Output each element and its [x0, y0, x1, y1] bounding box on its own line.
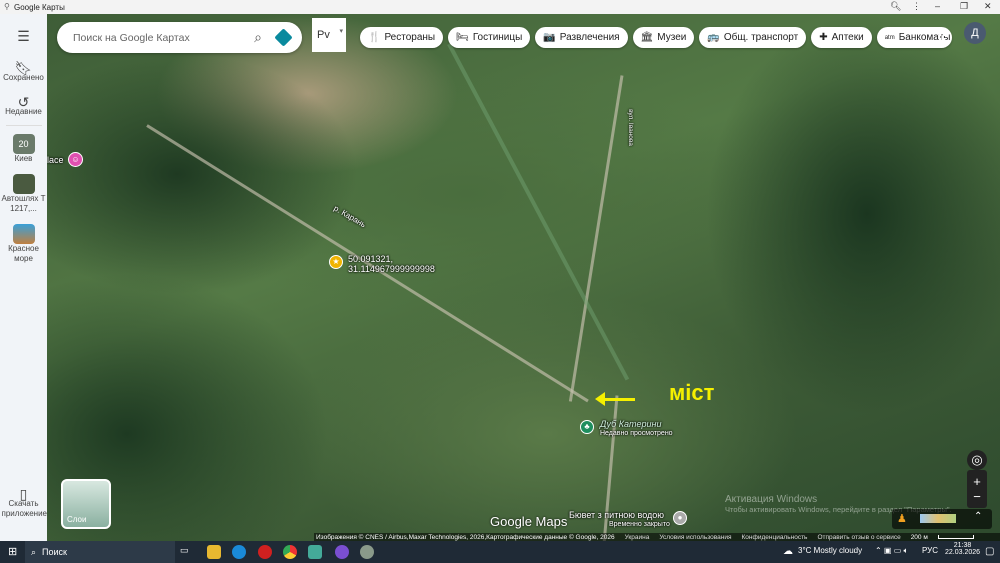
poi-name[interactable]: Дуб Катерини — [600, 419, 661, 429]
chevron-down-icon: ▾ — [339, 28, 343, 35]
attribution-bar: Изображения © CNES / Airbus,Maxar Techno… — [314, 533, 1000, 541]
restaurant-icon: 🍴 — [368, 32, 381, 43]
apps-grid-icon[interactable]: ⠿ — [937, 28, 947, 45]
road-thumbnail — [12, 174, 35, 194]
river-label: р. Карань — [332, 203, 368, 230]
opera-icon[interactable] — [258, 545, 272, 559]
coordinate-line1: 50.091321, — [348, 254, 394, 264]
terms-link[interactable]: Условия использования — [659, 534, 731, 541]
chip-pharmacies[interactable]: ✚ Аптеки — [811, 27, 872, 48]
taskbar-search[interactable]: ⌕ Поиск — [25, 541, 175, 563]
poi-status: Временно закрыто — [609, 521, 670, 528]
scale-label: 200 м — [910, 533, 928, 541]
windows-start-icon[interactable]: ⊞ — [8, 545, 17, 558]
chip-entertainment[interactable]: 📷 Развлечения — [535, 27, 628, 48]
divider — [5, 125, 42, 126]
edge-icon[interactable] — [232, 545, 246, 559]
category-chips: 🍴 Рестораны 🛏 Гостиницы 📷 Развлечения 🏛 Музе… — [360, 27, 952, 48]
taskbar: ⊞ ⌕ Поиск ▭ ☁ 3°C Mostly cloudy ⌃ ▣ ▭ 🔈︎ … — [0, 541, 1000, 563]
location-pin-icon[interactable]: ● — [673, 511, 687, 525]
my-location-icon[interactable]: ◎ — [967, 450, 987, 470]
zoom-out-button[interactable]: − — [973, 489, 981, 504]
entertainment-pin-icon[interactable]: ☺ — [68, 152, 83, 167]
camera-icon: 📷 — [543, 32, 556, 43]
coordinate-line2: 31.114967999999998 — [348, 264, 435, 274]
task-view-icon[interactable]: ▭ — [180, 545, 194, 559]
maximize-button[interactable]: ❐ — [960, 1, 968, 12]
dropped-pin-icon[interactable]: ★ — [329, 255, 343, 269]
app-icon[interactable] — [360, 545, 374, 559]
search-icon[interactable]: ⌕ — [254, 29, 262, 46]
avatar[interactable]: Д — [964, 22, 986, 44]
sidebar-item-road[interactable]: Автошлях Т 1217,... — [2, 174, 46, 214]
zoom-icon[interactable]: 🔍︎ — [890, 1, 901, 12]
google-maps-logo: Google Maps — [490, 514, 568, 529]
poi-name[interactable]: Бювет з питною водою — [569, 510, 664, 520]
chip-hotels[interactable]: 🛏 Гостиницы — [448, 27, 531, 48]
chip-restaurants[interactable]: 🍴 Рестораны — [360, 27, 444, 48]
chip-museums[interactable]: 🏛 Музеи — [632, 27, 695, 48]
bookmark-icon: 🔖︎ — [14, 60, 33, 76]
bus-icon: 🚌 — [707, 32, 720, 43]
language-indicator[interactable]: РУС — [922, 546, 938, 555]
download-app[interactable]: ▯ Скачать приложение — [2, 486, 48, 519]
bridge-annotation: міст — [669, 380, 715, 405]
history-icon: ↺ — [17, 94, 30, 110]
more-icon[interactable]: ⋮ — [912, 1, 921, 12]
title-bar: ⚲ Google Карты 🔍︎ ⋮ – ❐ ✕ — [0, 0, 1000, 14]
sidebar: ☰ 🔖︎ Сохранено ↺ Недавние 20 Киев Автошлях … — [0, 14, 47, 541]
search-input[interactable]: Поиск на Google Картах — [73, 32, 190, 44]
privacy-link[interactable]: Конфиденциальность — [742, 534, 808, 541]
sidebar-item-saved[interactable]: 🔖︎ Сохранено — [2, 60, 46, 83]
satellite-map[interactable]: Поиск на Google Картах ⌕ Рv ▾ 🍴 Рестораны … — [47, 14, 1000, 541]
imagery-thumbnails[interactable] — [920, 514, 956, 523]
tree-pin-icon[interactable]: ♣ — [580, 420, 594, 434]
pharmacy-icon: ✚ — [819, 32, 828, 43]
clock[interactable]: 21:38 22.03.2026 — [945, 542, 980, 556]
red-sea-thumbnail — [12, 224, 35, 244]
maps-pin-icon: ⚲ — [4, 2, 10, 11]
weather-text[interactable]: 3°C Mostly cloudy — [798, 546, 862, 555]
chrome-icon[interactable] — [283, 545, 297, 559]
museum-icon: 🏛 — [640, 32, 654, 43]
directions-icon[interactable] — [274, 28, 293, 47]
country-link[interactable]: Украина — [625, 534, 650, 541]
search-icon: ⌕ — [31, 546, 37, 557]
kiev-thumbnail: 20 — [12, 134, 35, 154]
tray-icons[interactable]: ⌃ ▣ ▭ 🔈︎ — [875, 546, 908, 556]
phone-icon: ▯ — [19, 486, 28, 502]
street-view-bar: ♟ ⌃ — [892, 509, 992, 529]
feedback-link[interactable]: Отправить отзыв о сервисе — [817, 534, 900, 541]
search-box[interactable]: Поиск на Google Картах ⌕ — [57, 22, 302, 53]
viber-icon[interactable] — [335, 545, 349, 559]
street-label: вул. Іванова — [626, 109, 634, 146]
hotel-icon: 🛏 — [456, 32, 469, 43]
close-button[interactable]: ✕ — [984, 1, 992, 12]
zoom-controls: + − — [967, 470, 987, 508]
weather-icon: ☁ — [783, 546, 793, 557]
file-explorer-icon[interactable] — [207, 545, 221, 559]
chip-transit[interactable]: 🚌 Общ. транспорт — [699, 27, 807, 48]
google-maps-app-icon[interactable] — [308, 545, 322, 559]
sidebar-item-red-sea[interactable]: Красное море — [2, 224, 46, 264]
zoom-in-button[interactable]: + — [973, 474, 981, 489]
minimize-button[interactable]: – — [935, 1, 940, 11]
poi-status: Недавно просмотрено — [600, 430, 673, 437]
place-label: lace — [47, 155, 64, 165]
sidebar-item-recent[interactable]: ↺ Недавние — [2, 94, 46, 117]
window-title: Google Карты — [14, 2, 65, 12]
arrow-annotation — [595, 392, 635, 406]
layers-button[interactable]: Слои — [61, 479, 111, 529]
language-select[interactable]: Рv ▾ — [312, 18, 346, 52]
scale-bar — [937, 535, 974, 539]
menu-icon[interactable]: ☰ — [17, 28, 30, 45]
atm-icon: atm — [884, 34, 895, 41]
sidebar-item-kiev[interactable]: 20 Киев — [12, 134, 35, 164]
notifications-icon[interactable]: ▢ — [985, 546, 994, 557]
pegman-icon[interactable]: ♟ — [897, 512, 907, 525]
expand-icon[interactable]: ⌃ — [974, 511, 982, 522]
